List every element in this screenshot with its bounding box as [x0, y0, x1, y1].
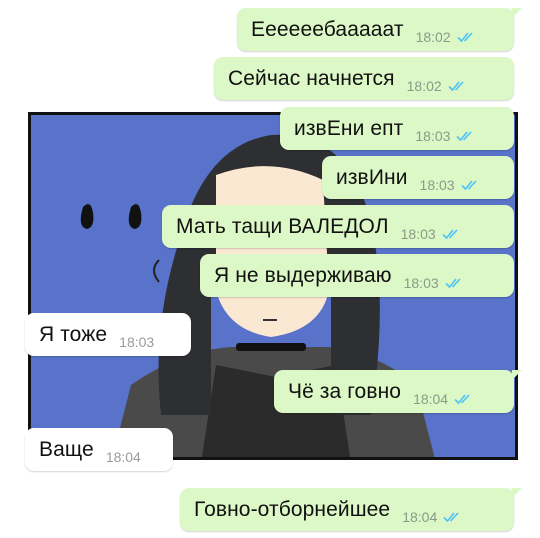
message-bubble-outgoing[interactable]: Сейчас начнется 18:02 — [214, 57, 514, 100]
message-text: Чё за говно — [288, 379, 402, 403]
message-meta: 18:03 — [415, 128, 476, 144]
double-check-icon — [443, 511, 459, 522]
chat-screen: Еееееебааааат 18:02 Сейчас начнется 18:0… — [0, 0, 540, 538]
message-bubble-outgoing[interactable]: извИни 18:03 — [322, 156, 514, 199]
message-meta: 18:04 — [413, 391, 474, 407]
message-bubble-incoming[interactable]: Я тоже 18:03 — [17, 313, 191, 356]
message-text: Говно-отборнейшее — [194, 497, 391, 521]
message-text: Еееееебааааат — [251, 17, 404, 41]
double-check-icon — [442, 228, 458, 239]
double-check-icon — [454, 393, 470, 404]
message-meta: 18:04 — [402, 509, 463, 525]
message-meta: 18:02 — [416, 29, 477, 45]
message-text: Ваще — [39, 437, 94, 461]
message-time: 18:03 — [119, 333, 155, 350]
message-bubble-outgoing[interactable]: извЕни епт 18:03 — [280, 107, 514, 150]
message-time: 18:03 — [419, 176, 455, 193]
message-time: 18:02 — [415, 28, 451, 45]
double-check-icon — [457, 31, 473, 42]
message-meta: 18:02 — [407, 78, 468, 94]
message-bubble-outgoing[interactable]: Мать тащи ВАЛЕДОЛ 18:03 — [162, 205, 514, 248]
message-bubble-outgoing[interactable]: Говно-отборнейшее 18:04 — [180, 488, 522, 531]
message-time: 18:04 — [105, 448, 141, 465]
message-meta: 18:03 — [420, 177, 481, 193]
message-text: Сейчас начнется — [228, 66, 395, 90]
message-bubble-outgoing[interactable]: Я не выдерживаю 18:03 — [200, 254, 514, 297]
message-time: 18:03 — [415, 127, 451, 144]
message-text: Я не выдерживаю — [214, 263, 392, 287]
message-bubble-incoming[interactable]: Ваще 18:04 — [17, 428, 173, 471]
message-time: 18:03 — [403, 274, 439, 291]
message-time: 18:03 — [400, 225, 436, 242]
double-check-icon — [461, 179, 477, 190]
message-meta: 18:03 — [119, 334, 154, 350]
message-text: извЕни епт — [294, 116, 404, 140]
message-text: Мать тащи ВАЛЕДОЛ — [176, 214, 389, 238]
double-check-icon — [456, 130, 472, 141]
message-time: 18:02 — [406, 77, 442, 94]
message-text: Я тоже — [39, 322, 108, 346]
message-meta: 18:04 — [106, 449, 141, 465]
message-bubble-outgoing[interactable]: Чё за говно 18:04 — [274, 370, 522, 413]
message-time: 18:04 — [402, 508, 438, 525]
message-time: 18:04 — [413, 390, 449, 407]
double-check-icon — [445, 277, 461, 288]
double-check-icon — [448, 80, 464, 91]
message-text: извИни — [336, 165, 408, 189]
message-meta: 18:03 — [404, 275, 465, 291]
message-bubble-outgoing[interactable]: Еееееебааааат 18:02 — [237, 8, 522, 51]
message-meta: 18:03 — [401, 226, 462, 242]
